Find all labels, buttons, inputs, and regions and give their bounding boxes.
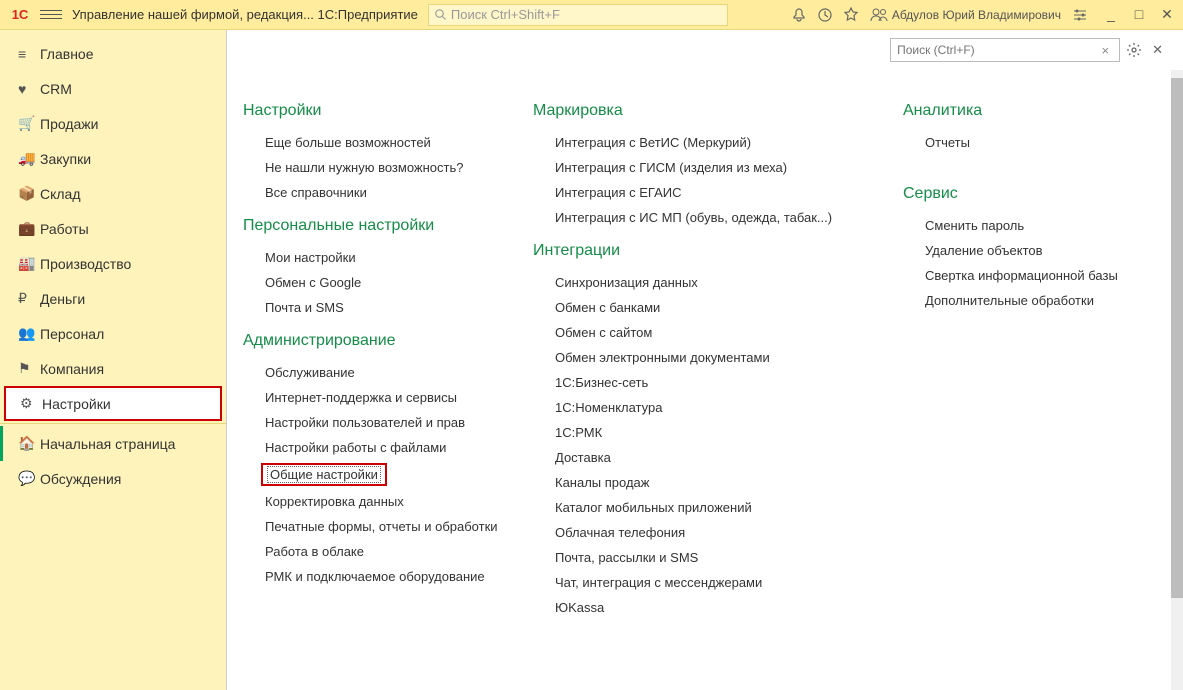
link-data-correction[interactable]: Корректировка данных xyxy=(243,489,517,514)
clear-search-icon[interactable]: × xyxy=(1098,43,1114,58)
sidebar-item-settings[interactable]: ⚙Настройки xyxy=(4,386,222,421)
history-icon[interactable] xyxy=(812,2,838,28)
link-ismp[interactable]: Интеграция с ИС МП (обувь, одежда, табак… xyxy=(533,205,847,230)
link-google[interactable]: Обмен с Google xyxy=(243,270,517,295)
link-missing-option[interactable]: Не нашли нужную возможность? xyxy=(243,155,517,180)
link-edo[interactable]: Обмен электронными документами xyxy=(533,345,847,370)
search-placeholder: Поиск Ctrl+Shift+F xyxy=(451,7,560,22)
coin-icon: ₽ xyxy=(18,290,40,307)
link-db-rollup[interactable]: Свертка информационной базы xyxy=(903,263,1167,288)
link-banks[interactable]: Обмен с банками xyxy=(533,295,847,320)
group-service[interactable]: Сервис xyxy=(903,185,1167,203)
user-menu[interactable]: Абдулов Юрий Владимирович xyxy=(870,7,1061,23)
close-page-icon[interactable]: ✕ xyxy=(1148,42,1167,58)
user-name: Абдулов Юрий Владимирович xyxy=(892,8,1061,22)
link-mail-sms[interactable]: Почта и SMS xyxy=(243,295,517,320)
sidebar-item-purchases[interactable]: 🚚Закупки xyxy=(0,141,226,176)
link-all-dirs[interactable]: Все справочники xyxy=(243,180,517,205)
sidebar: ≡Главное ♥CRM 🛒Продажи 🚚Закупки 📦Склад 💼… xyxy=(0,30,227,690)
sidebar-item-main[interactable]: ≡Главное xyxy=(0,36,226,71)
group-analytics[interactable]: Аналитика xyxy=(903,102,1167,120)
app-logo: 1C xyxy=(6,5,34,25)
minimize-button[interactable]: _ xyxy=(1101,6,1121,23)
maximize-button[interactable]: □ xyxy=(1129,6,1149,23)
briefcase-icon: 💼 xyxy=(18,220,40,237)
chat-icon: 💬 xyxy=(18,470,40,487)
people-icon: 👥 xyxy=(18,325,40,342)
heart-icon: ♥ xyxy=(18,81,40,97)
sidebar-item-production[interactable]: 🏭Производство xyxy=(0,246,226,281)
group-marking[interactable]: Маркировка xyxy=(533,102,847,120)
link-mobile-catalog[interactable]: Каталог мобильных приложений xyxy=(533,495,847,520)
link-change-password[interactable]: Сменить пароль xyxy=(903,213,1167,238)
content-area: × ✕ Настройки Еще больше возможностей Не… xyxy=(227,30,1183,690)
global-search-input[interactable]: Поиск Ctrl+Shift+F xyxy=(428,4,728,26)
link-1crmk[interactable]: 1С:РМК xyxy=(533,420,847,445)
flag-icon: ⚑ xyxy=(18,360,40,377)
link-delete-objects[interactable]: Удаление объектов xyxy=(903,238,1167,263)
lines-icon: ≡ xyxy=(18,46,40,62)
link-sync[interactable]: Синхронизация данных xyxy=(533,270,847,295)
cart-icon: 🛒 xyxy=(18,115,40,132)
link-delivery[interactable]: Доставка xyxy=(533,445,847,470)
link-mail-sms2[interactable]: Почта, рассылки и SMS xyxy=(533,545,847,570)
link-yookassa[interactable]: ЮKassa xyxy=(533,595,847,620)
group-admin[interactable]: Администрирование xyxy=(243,332,517,350)
scrollbar[interactable] xyxy=(1171,70,1183,690)
link-general-settings[interactable]: Общие настройки xyxy=(261,463,387,486)
link-print-forms[interactable]: Печатные формы, отчеты и обработки xyxy=(243,514,517,539)
link-egais[interactable]: Интеграция с ЕГАИС xyxy=(533,180,847,205)
home-icon: 🏠 xyxy=(18,435,40,452)
link-chat[interactable]: Чат, интеграция с мессенджерами xyxy=(533,570,847,595)
settings-lines-icon[interactable] xyxy=(1067,2,1093,28)
titlebar: 1C Управление нашей фирмой, редакция... … xyxy=(0,0,1183,30)
sidebar-item-money[interactable]: ₽Деньги xyxy=(0,281,226,316)
gear-icon: ⚙ xyxy=(20,395,42,412)
sidebar-item-discussions[interactable]: 💬Обсуждения xyxy=(0,461,226,496)
page-settings-icon[interactable] xyxy=(1126,42,1142,58)
link-extra-processing[interactable]: Дополнительные обработки xyxy=(903,288,1167,313)
link-cloud-tel[interactable]: Облачная телефония xyxy=(533,520,847,545)
link-maintenance[interactable]: Обслуживание xyxy=(243,360,517,385)
link-user-rights[interactable]: Настройки пользователей и прав xyxy=(243,410,517,435)
scrollbar-thumb[interactable] xyxy=(1171,78,1183,598)
sidebar-item-crm[interactable]: ♥CRM xyxy=(0,71,226,106)
link-reports[interactable]: Отчеты xyxy=(903,130,1167,155)
group-personal[interactable]: Персональные настройки xyxy=(243,217,517,235)
link-cloud[interactable]: Работа в облаке xyxy=(243,539,517,564)
link-sales-channels[interactable]: Каналы продаж xyxy=(533,470,847,495)
link-rmk[interactable]: РМК и подключаемое оборудование xyxy=(243,564,517,589)
link-gism[interactable]: Интеграция с ГИСМ (изделия из меха) xyxy=(533,155,847,180)
sidebar-item-home[interactable]: 🏠Начальная страница xyxy=(0,426,226,461)
link-nomen[interactable]: 1С:Номенклатура xyxy=(533,395,847,420)
link-internet-support[interactable]: Интернет-поддержка и сервисы xyxy=(243,385,517,410)
main-menu-icon[interactable] xyxy=(40,10,62,19)
link-my-settings[interactable]: Мои настройки xyxy=(243,245,517,270)
factory-icon: 🏭 xyxy=(18,255,40,272)
star-icon[interactable] xyxy=(838,2,864,28)
sidebar-item-company[interactable]: ⚑Компания xyxy=(0,351,226,386)
group-settings[interactable]: Настройки xyxy=(243,102,517,120)
box-icon: 📦 xyxy=(18,185,40,202)
link-bnet[interactable]: 1С:Бизнес-сеть xyxy=(533,370,847,395)
bell-icon[interactable] xyxy=(786,2,812,28)
link-file-settings[interactable]: Настройки работы с файлами xyxy=(243,435,517,460)
link-site[interactable]: Обмен с сайтом xyxy=(533,320,847,345)
content-search-input[interactable]: × xyxy=(890,38,1120,62)
sidebar-item-personnel[interactable]: 👥Персонал xyxy=(0,316,226,351)
group-integrations[interactable]: Интеграции xyxy=(533,242,847,260)
app-title: Управление нашей фирмой, редакция... 1С:… xyxy=(72,7,418,22)
close-window-button[interactable]: ✕ xyxy=(1157,6,1177,23)
link-more-options[interactable]: Еще больше возможностей xyxy=(243,130,517,155)
sidebar-item-works[interactable]: 💼Работы xyxy=(0,211,226,246)
link-vetis[interactable]: Интеграция с ВетИС (Меркурий) xyxy=(533,130,847,155)
truck-icon: 🚚 xyxy=(18,150,40,167)
sidebar-item-sales[interactable]: 🛒Продажи xyxy=(0,106,226,141)
sidebar-item-warehouse[interactable]: 📦Склад xyxy=(0,176,226,211)
